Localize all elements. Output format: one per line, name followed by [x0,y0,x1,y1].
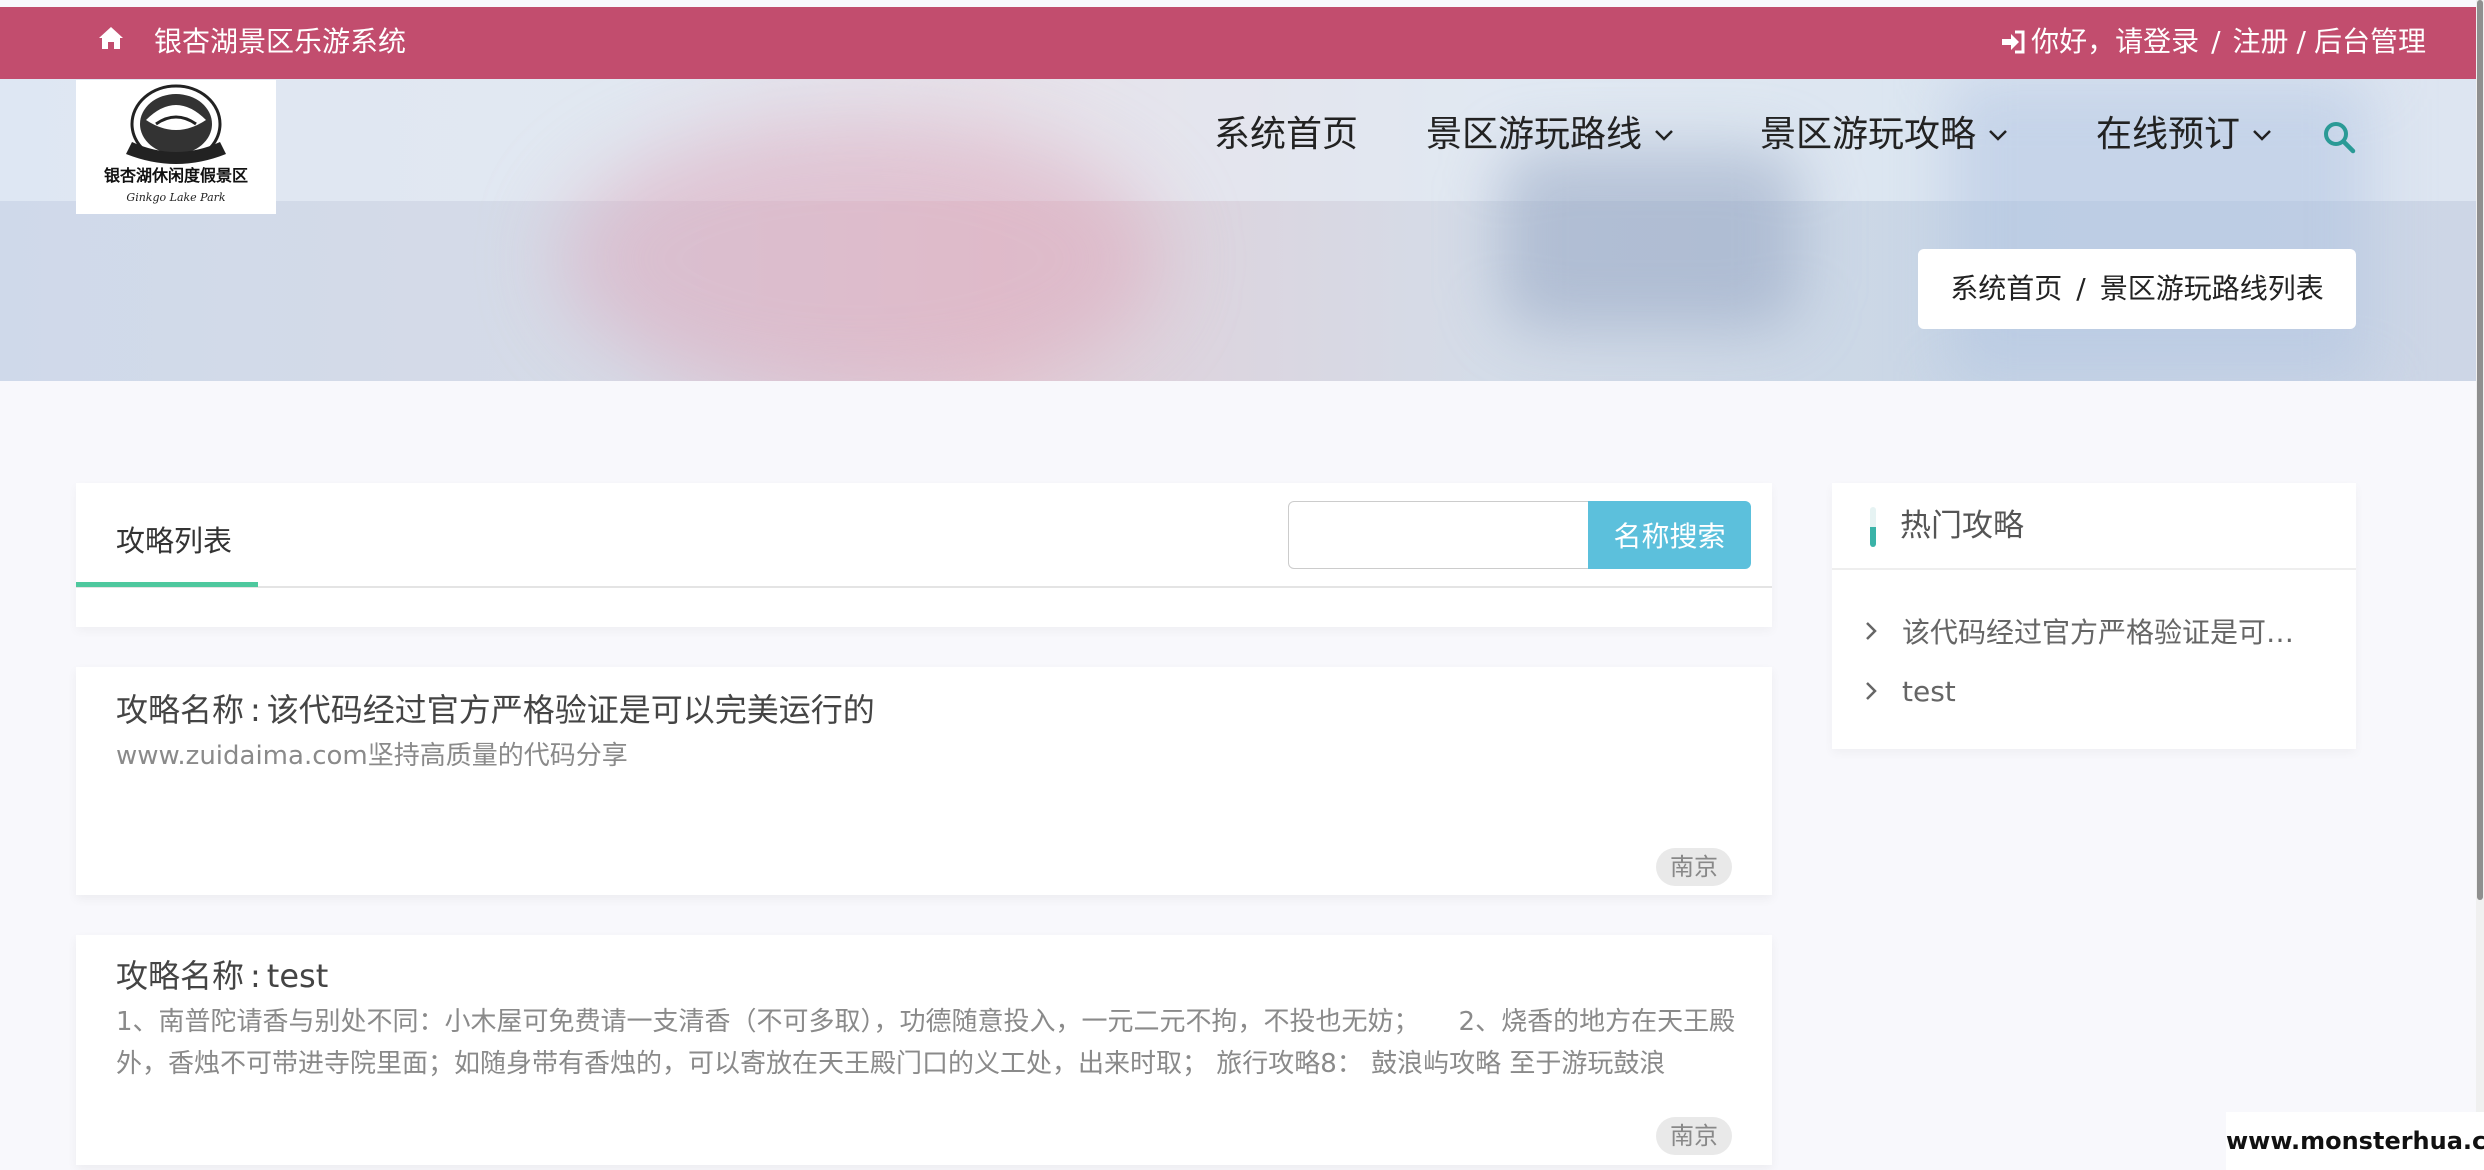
guide-description: 1、南普陀请香与别处不同：小木屋可免费请一支清香（不可多取），功德随意投入，一元… [116,1007,1736,1079]
hot-guide-item[interactable]: test [1832,661,2356,721]
name-search-input[interactable] [1288,501,1590,569]
tab-divider [76,586,1772,588]
admin-link[interactable]: 后台管理 [2314,19,2426,65]
user-links: 你好，请登录 / 注册 / 后台管理 [1999,19,2426,65]
home-icon[interactable] [96,23,126,53]
guide-title[interactable]: 攻略名称: test [116,953,328,999]
nav-guides-label: 景区游玩攻略 [1760,114,1977,155]
panel-divider [1832,568,2356,570]
hot-guide-item-label: test [1902,674,1956,708]
nav-routes-label: 景区游玩路线 [1426,114,1643,155]
site-logo[interactable]: 银杏湖休闲度假景区 Ginkgo Lake Park [76,80,276,214]
breadcrumb-home[interactable]: 系统首页 [1950,272,2062,305]
hot-guides-title: 热门攻略 [1900,508,2024,544]
sign-in-icon [2002,30,2025,54]
banner-blur [1500,149,1800,329]
svg-text:银杏湖休闲度假景区: 银杏湖休闲度假景区 [104,166,248,185]
guide-title-colon: : [250,957,261,995]
nav-booking-label: 在线预订 [2096,114,2241,155]
guide-title-name: 该代码经过官方严格验证是可以完美运行的 [266,691,875,729]
title-accent-bar [1870,507,1876,547]
guide-card[interactable]: 攻略名称: 该代码经过官方严格验证是可以完美运行的 www.zuidaima.co… [76,667,1772,895]
guide-description: www.zuidaima.com坚持高质量的代码分享 [116,741,628,771]
hot-guide-item-label: 该代码经过官方严格验证是可以完美运行的 [1902,616,2322,649]
watermark: www.monsterhua.com [2226,1112,2484,1170]
chevron-down-icon [2253,130,2271,141]
breadcrumb-separator: / [2076,272,2086,305]
chevron-right-icon [1866,682,1877,700]
chevron-right-icon [1866,622,1877,640]
location-tag: 南京 [1656,848,1732,886]
tab-active-indicator [76,582,258,587]
separator: / [2211,25,2221,58]
nav-home-label: 系统首页 [1214,114,1359,155]
page-scrollbar[interactable] [2476,0,2484,1170]
chevron-down-icon [1655,130,1673,141]
guide-title-name: test [266,957,329,995]
nav-home[interactable]: 系统首页 [1214,110,1358,160]
list-header: 攻略列表 名称搜索 [76,483,1772,627]
banner-blur [560,119,1160,381]
nav-booking[interactable]: 在线预订 [2096,110,2272,160]
scrollbar-thumb[interactable] [2477,0,2483,900]
guide-title-label: 攻略名称 [116,691,245,729]
svg-text:Ginkgo Lake Park: Ginkgo Lake Park [126,191,225,204]
login-link[interactable]: 你好，请登录 [2031,19,2199,65]
guide-title-colon: : [250,691,261,729]
logo-emblem-icon: 银杏湖休闲度假景区 Ginkgo Lake Park [104,84,248,204]
search-icon[interactable] [2322,120,2356,154]
breadcrumb: 系统首页 / 景区游玩路线列表 [1918,249,2356,329]
hot-guide-item[interactable]: 该代码经过官方严格验证是可以完美运行的 [1832,601,2356,661]
chevron-down-icon [1989,130,2007,141]
hot-guides-list: 该代码经过官方严格验证是可以完美运行的 test [1832,601,2356,721]
site-name[interactable]: 银杏湖景区乐游系统 [154,19,406,65]
hot-guides-panel: 热门攻略 该代码经过官方严格验证是可以完美运行的 test [1832,483,2356,749]
guide-card[interactable]: 攻略名称: test 1、南普陀请香与别处不同：小木屋可免费请一支清香（不可多取）… [76,935,1772,1165]
guide-title[interactable]: 攻略名称: 该代码经过官方严格验证是可以完美运行的 [116,687,875,733]
tab-guide-list[interactable]: 攻略列表 [116,519,232,563]
nav-routes[interactable]: 景区游玩路线 [1426,110,1674,160]
name-search-button[interactable]: 名称搜索 [1588,501,1751,569]
separator: / [2296,25,2306,58]
location-tag: 南京 [1656,1117,1732,1155]
breadcrumb-current: 景区游玩路线列表 [2099,272,2324,305]
top-bar: 银杏湖景区乐游系统 你好，请登录 / 注册 / 后台管理 [0,7,2476,79]
register-link[interactable]: 注册 [2233,19,2289,65]
nav-guides[interactable]: 景区游玩攻略 [1760,110,2008,160]
guide-title-label: 攻略名称 [116,957,245,995]
